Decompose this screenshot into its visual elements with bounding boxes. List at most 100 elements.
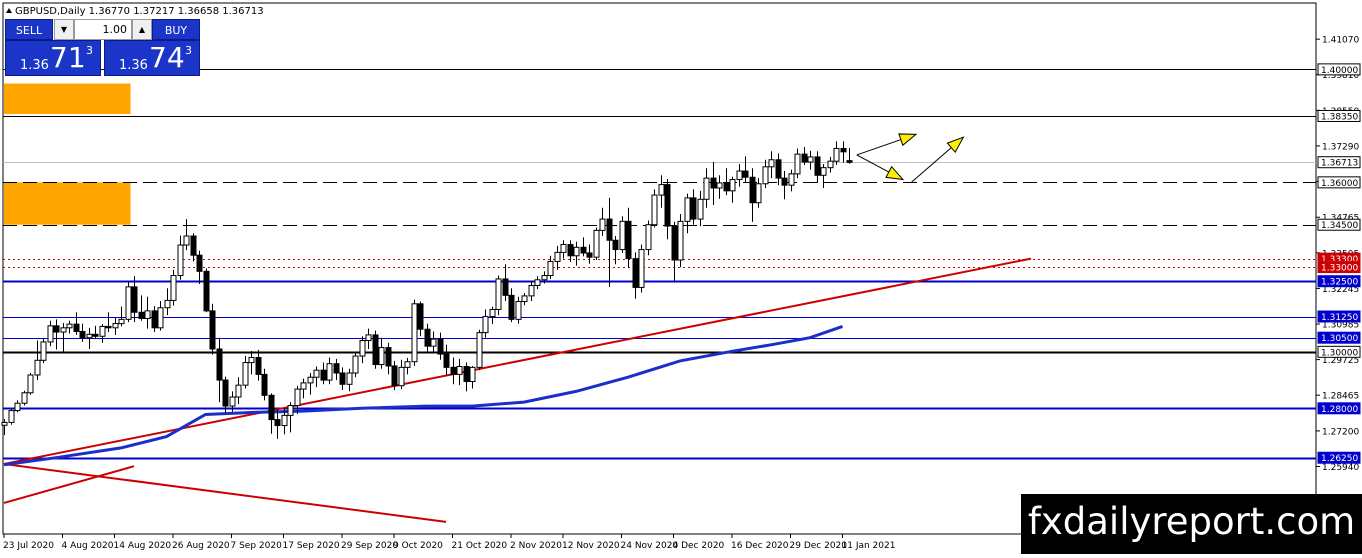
candle-body-31 [203, 270, 210, 312]
candle-body-86 [560, 243, 567, 253]
candle-body-13 [86, 333, 93, 339]
candle-body-124 [807, 156, 814, 163]
candle-body-85 [554, 251, 561, 262]
buy-price-pips: 74 [149, 41, 185, 74]
candle-body-101 [658, 184, 665, 196]
candle-body-114 [742, 170, 749, 178]
candle-body-120 [781, 177, 788, 186]
candle-body-28 [183, 235, 190, 246]
candle-body-126 [820, 167, 827, 176]
watermark-logo: fxdailyreport.com [1021, 494, 1362, 554]
candle-body-59 [385, 347, 392, 367]
candle-body-48 [313, 369, 320, 378]
price-label-3: 1.36000 [1321, 179, 1358, 189]
candle-body-79 [515, 301, 522, 320]
candle-body-3 [21, 392, 28, 404]
candle-body-119 [775, 159, 782, 179]
x-tick-label-10: 12 Nov 2020 [562, 541, 620, 551]
candle-body-77 [502, 278, 509, 296]
candle-body-98 [638, 249, 645, 288]
candle-body-78 [508, 294, 515, 320]
chart-title: GBPUSD,Daily 1.36770 1.37217 1.36658 1.3… [15, 6, 264, 17]
candle-body-130 [846, 160, 853, 163]
candle-body-11 [73, 323, 80, 332]
price-label-4: 1.34500 [1321, 221, 1358, 231]
x-tick-label-8: 21 Oct 2020 [452, 541, 508, 551]
candle-body-44 [287, 404, 294, 416]
candle-body-63 [411, 303, 418, 363]
candle-body-45 [294, 388, 301, 406]
candle-body-125 [814, 156, 821, 176]
candle-body-118 [768, 159, 775, 168]
candle-body-123 [801, 153, 808, 163]
candle-body-82 [534, 279, 541, 286]
candle-body-103 [671, 225, 678, 261]
candle-body-117 [762, 166, 769, 185]
candle-body-97 [632, 258, 639, 288]
candle-body-23 [151, 310, 158, 329]
candle-body-38 [248, 356, 255, 364]
candle-body-61 [398, 366, 405, 387]
candle-body-25 [164, 299, 171, 309]
candle-body-16 [105, 325, 112, 329]
candle-body-14 [92, 333, 99, 337]
lot-dropdown-button[interactable]: ▼ [54, 19, 74, 40]
candle-body-49 [320, 369, 327, 381]
price-label-7: 1.32500 [1321, 278, 1358, 288]
supply-zone-1 [4, 182, 131, 225]
candle-body-83 [541, 275, 548, 281]
candle-body-12 [79, 330, 86, 339]
candle-body-57 [372, 334, 379, 366]
y-tick-label-3: 1.37290 [1322, 142, 1359, 152]
candle-body-42 [274, 419, 281, 427]
candle-body-108 [703, 177, 710, 200]
candle-body-73 [476, 332, 483, 368]
candle-body-71 [463, 366, 470, 382]
sell-price-fraction: 3 [86, 44, 93, 57]
sell-quote-button[interactable]: 1.36 71 3 [5, 40, 101, 76]
candle-body-76 [495, 278, 502, 310]
price-label-12: 1.26250 [1321, 454, 1358, 464]
chart[interactable]: GBPUSD,Daily 1.36770 1.37217 1.36658 1.3… [0, 0, 1362, 554]
sell-price-prefix: 1.36 [20, 58, 49, 73]
candle-body-37 [242, 362, 249, 386]
candle-body-19 [125, 286, 132, 320]
price-label-11: 1.28000 [1321, 405, 1358, 415]
price-label-0: 1.40000 [1321, 66, 1358, 76]
lot-size-input[interactable]: 1.00 [74, 19, 132, 40]
candle-body-69 [450, 366, 457, 375]
sell-button[interactable]: SELL [5, 19, 53, 40]
candle-body-106 [690, 197, 697, 220]
candle-body-70 [456, 366, 463, 375]
y-tick-label-10: 1.28465 [1322, 392, 1359, 402]
x-tick-label-12: 4 Dec 2020 [673, 541, 725, 551]
price-chart-svg[interactable]: GBPUSD,Daily 1.36770 1.37217 1.36658 1.3… [0, 0, 1362, 554]
candle-body-51 [333, 363, 340, 374]
buy-quote-button[interactable]: 1.36 74 3 [104, 40, 200, 76]
candle-body-21 [138, 311, 145, 319]
y-tick-label-12: 1.25940 [1322, 463, 1359, 473]
candle-body-84 [547, 260, 554, 277]
buy-price-fraction: 3 [185, 44, 192, 57]
candle-body-128 [833, 147, 840, 162]
buy-button[interactable]: BUY [152, 19, 200, 40]
candle-body-5 [34, 359, 41, 376]
candle-body-68 [443, 353, 450, 368]
candle-body-52 [339, 372, 346, 385]
candle-body-56 [365, 334, 372, 342]
price-label-1: 1.38350 [1321, 112, 1358, 122]
price-label-2: 1.36713 [1321, 159, 1358, 169]
candle-body-22 [144, 310, 151, 319]
candle-body-88 [573, 246, 580, 257]
candle-body-32 [209, 310, 216, 350]
x-tick-label-9: 2 Nov 2020 [510, 541, 562, 551]
candle-body-93 [606, 218, 613, 241]
candle-body-15 [99, 325, 106, 337]
candle-body-35 [229, 396, 236, 407]
lot-spinner-button[interactable]: ▲ [132, 19, 152, 40]
candle-body-92 [599, 218, 606, 231]
price-label-8: 1.31250 [1321, 313, 1358, 323]
candle-body-64 [417, 303, 424, 330]
candle-body-58 [378, 347, 385, 366]
candle-body-91 [593, 229, 600, 258]
